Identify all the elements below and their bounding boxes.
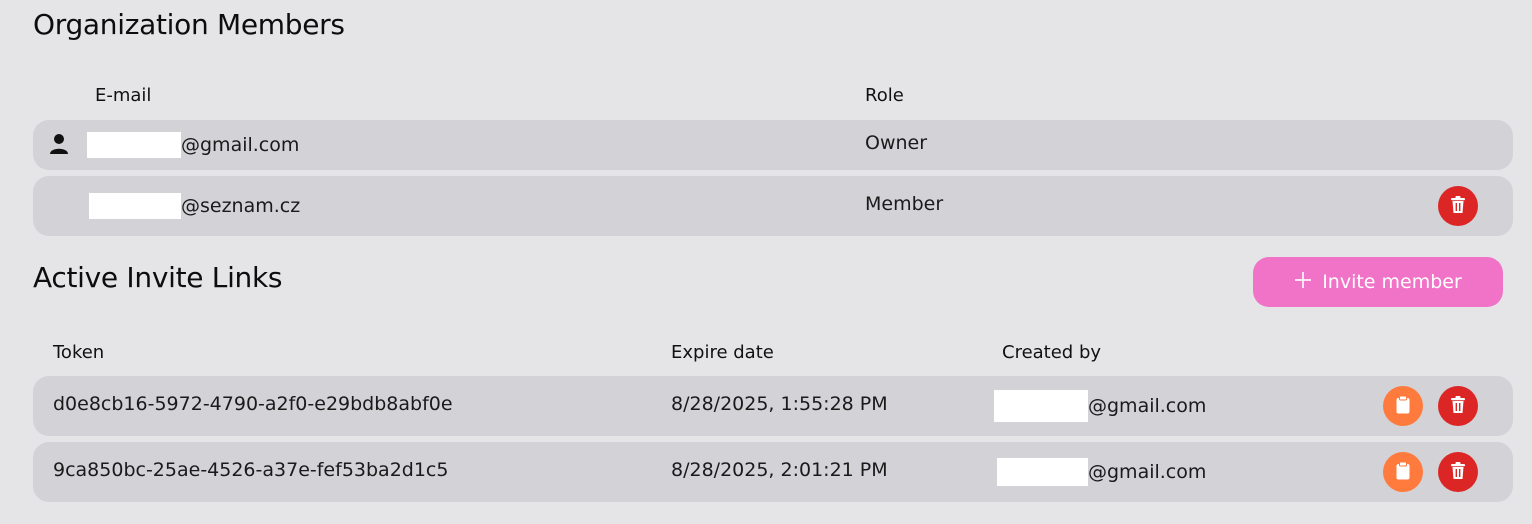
redacted-email-user	[89, 193, 181, 219]
invite-expire-date: 8/28/2025, 1:55:28 PM	[671, 393, 888, 415]
invite-created-by-domain: @gmail.com	[1088, 395, 1207, 417]
member-email-domain: @gmail.com	[181, 134, 300, 156]
invite-member-label: Invite member	[1322, 271, 1462, 293]
column-header-role: Role	[865, 85, 904, 106]
column-header-expire-date: Expire date	[671, 342, 774, 363]
clipboard-icon	[1396, 395, 1410, 417]
redacted-email-user	[994, 390, 1088, 422]
member-email-domain: @seznam.cz	[181, 195, 301, 217]
trash-icon	[1450, 395, 1466, 417]
invite-row: d0e8cb16-5972-4790-a2f0-e29bdb8abf0e 8/2…	[33, 376, 1513, 436]
invite-row: 9ca850bc-25ae-4526-a37e-fef53ba2d1c5 8/2…	[33, 442, 1513, 502]
invite-created-by-domain: @gmail.com	[1088, 461, 1207, 483]
person-icon	[49, 133, 69, 159]
redacted-email-user	[997, 458, 1088, 486]
member-email: @gmail.com	[87, 132, 299, 158]
invite-token: d0e8cb16-5972-4790-a2f0-e29bdb8abf0e	[53, 393, 453, 415]
invite-expire-date: 8/28/2025, 2:01:21 PM	[671, 459, 888, 481]
invites-section-title: Active Invite Links	[33, 261, 283, 294]
copy-invite-link-button[interactable]	[1383, 386, 1423, 426]
invite-member-button[interactable]: Invite member	[1253, 257, 1503, 307]
clipboard-icon	[1396, 461, 1410, 483]
plus-icon	[1294, 271, 1312, 294]
invite-created-by: @gmail.com	[997, 458, 1206, 486]
organization-members-page: Organization Members E-mail Role @gmail.…	[0, 0, 1532, 524]
column-header-created-by: Created by	[1002, 342, 1102, 363]
delete-invite-button[interactable]	[1438, 386, 1478, 426]
column-header-token: Token	[53, 342, 105, 363]
member-role: Owner	[865, 132, 928, 154]
copy-invite-link-button[interactable]	[1383, 452, 1423, 492]
member-email: @seznam.cz	[89, 193, 300, 219]
invite-token: 9ca850bc-25ae-4526-a37e-fef53ba2d1c5	[53, 459, 449, 481]
column-header-email: E-mail	[95, 85, 152, 106]
member-row: @seznam.cz Member	[33, 176, 1513, 236]
members-section-title: Organization Members	[33, 8, 345, 41]
trash-icon	[1450, 461, 1466, 483]
member-row: @gmail.com Owner	[33, 120, 1513, 170]
member-role: Member	[865, 193, 944, 215]
trash-icon	[1450, 195, 1466, 217]
delete-member-button[interactable]	[1438, 186, 1478, 226]
invite-created-by: @gmail.com	[994, 390, 1206, 422]
redacted-email-user	[87, 132, 181, 158]
delete-invite-button[interactable]	[1438, 452, 1478, 492]
